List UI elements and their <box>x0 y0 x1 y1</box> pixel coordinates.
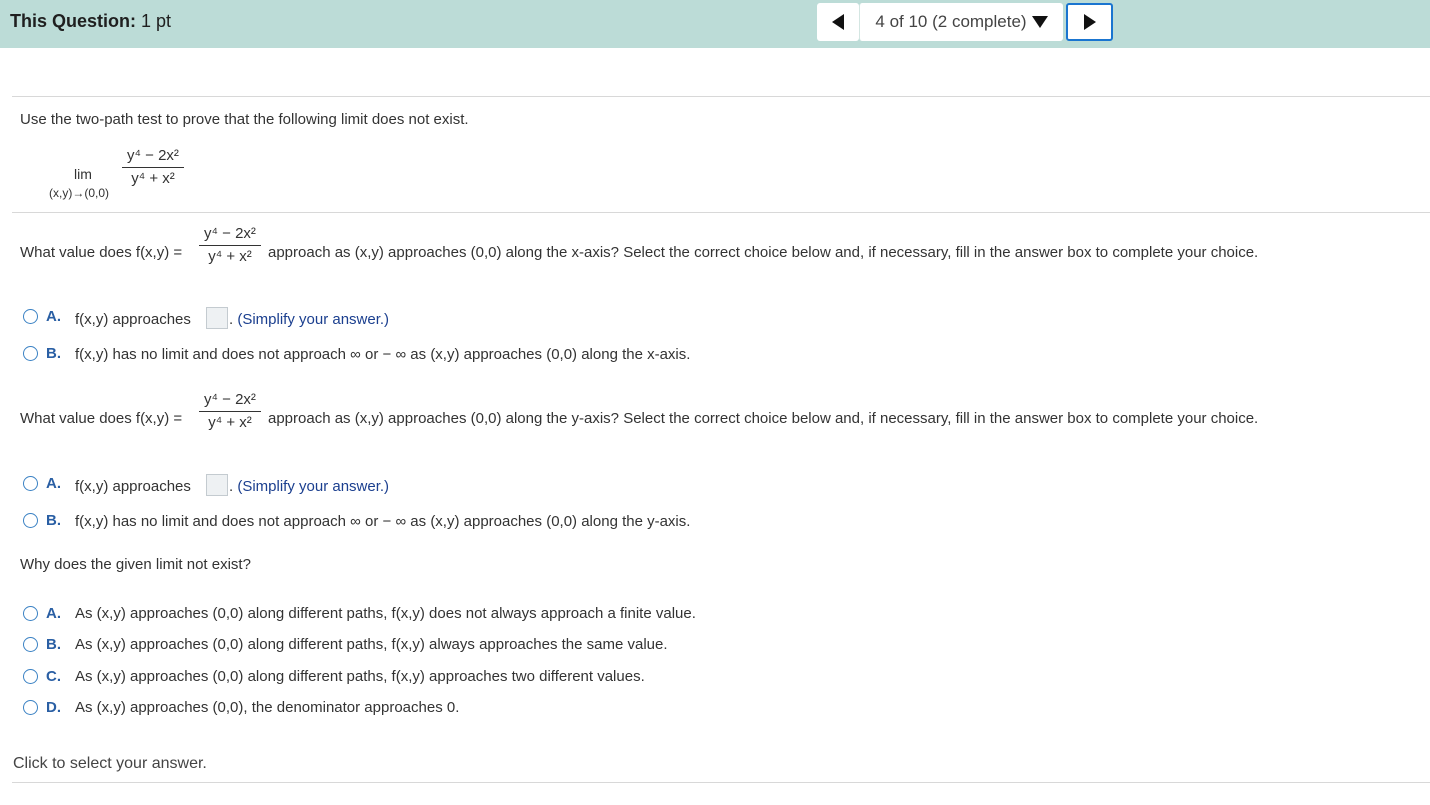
limit-denominator: y⁴ + x² <box>131 170 175 187</box>
divider <box>12 782 1430 783</box>
q2-fraction: y⁴ − 2x² y⁴ + x² <box>199 390 261 433</box>
q2-prefix: What value does f(x,y) = <box>20 410 183 427</box>
q2-suffix: approach as (x,y) approaches (0,0) along… <box>268 410 1259 427</box>
q1-option-a-text: f(x,y) approaches <box>75 311 191 328</box>
option-letter: B. <box>46 345 61 362</box>
q3-option-b-radio[interactable] <box>23 637 38 652</box>
q3-option-d-text: As (x,y) approaches (0,0), the denominat… <box>75 699 460 716</box>
q3-question: Why does the given limit not exist? <box>20 556 251 573</box>
q2-denominator: y⁴ + x² <box>208 414 252 431</box>
q3-option-a-text: As (x,y) approaches (0,0) along differen… <box>75 605 696 622</box>
limit-numerator: y⁴ − 2x² <box>127 147 179 164</box>
simplify-hint: (Simplify your answer.) <box>237 311 390 328</box>
question-header: This Question: 1 pt 4 of 10 (2 complete) <box>0 0 1430 48</box>
option-letter: A. <box>46 475 61 492</box>
question-progress-dropdown[interactable]: 4 of 10 (2 complete) <box>859 3 1063 41</box>
question-points: This Question: 1 pt <box>10 11 171 32</box>
q2-answer-input[interactable] <box>206 474 228 496</box>
q1-fraction: y⁴ − 2x² y⁴ + x² <box>199 224 261 267</box>
q3-option-c-radio[interactable] <box>23 669 38 684</box>
q1-option-b-text: f(x,y) has no limit and does not approac… <box>75 346 691 363</box>
limit-subscript: (x,y)→(0,0) <box>49 186 109 200</box>
option-letter: C. <box>46 668 61 685</box>
question-label: This Question: <box>10 11 136 31</box>
option-letter: B. <box>46 636 61 653</box>
q2-option-b-text: f(x,y) has no limit and does not approac… <box>75 513 691 530</box>
divider <box>12 212 1430 213</box>
q1-answer-input[interactable] <box>206 307 228 329</box>
option-letter: A. <box>46 605 61 622</box>
previous-question-button[interactable] <box>817 3 859 41</box>
limit-fraction: y⁴ − 2x² y⁴ + x² <box>122 146 184 189</box>
caret-right-icon <box>1083 14 1096 30</box>
q2-option-a-radio[interactable] <box>23 476 38 491</box>
points-value: 1 pt <box>136 11 172 31</box>
next-question-button[interactable] <box>1066 3 1113 41</box>
fraction-bar <box>199 411 261 412</box>
fraction-bar <box>122 167 184 168</box>
q1-suffix: approach as (x,y) approaches (0,0) along… <box>268 244 1259 261</box>
option-letter: B. <box>46 512 61 529</box>
q1-denominator: y⁴ + x² <box>208 248 252 265</box>
divider <box>12 96 1430 97</box>
footer-instruction: Click to select your answer. <box>13 755 207 772</box>
q3-option-c-text: As (x,y) approaches (0,0) along differen… <box>75 668 645 685</box>
fraction-bar <box>199 245 261 246</box>
caret-down-icon <box>1031 16 1048 28</box>
q1-hint: . (Simplify your answer.) <box>229 311 390 328</box>
q2-numerator: y⁴ − 2x² <box>204 391 256 408</box>
simplify-hint: (Simplify your answer.) <box>237 478 390 495</box>
q3-option-d-radio[interactable] <box>23 700 38 715</box>
progress-label: 4 of 10 (2 complete) <box>875 12 1027 31</box>
q2-hint: . (Simplify your answer.) <box>229 478 390 495</box>
option-letter: D. <box>46 699 61 716</box>
q3-option-b-text: As (x,y) approaches (0,0) along differen… <box>75 636 668 653</box>
q2-option-a-text: f(x,y) approaches <box>75 478 191 495</box>
q1-prefix: What value does f(x,y) = <box>20 244 183 261</box>
option-letter: A. <box>46 308 61 325</box>
q2-option-b-radio[interactable] <box>23 513 38 528</box>
instructions: Use the two-path test to prove that the … <box>20 111 469 128</box>
q1-numerator: y⁴ − 2x² <box>204 225 256 242</box>
q3-option-a-radio[interactable] <box>23 606 38 621</box>
limit-operator: lim <box>74 166 92 182</box>
q1-option-a-radio[interactable] <box>23 309 38 324</box>
caret-left-icon <box>832 14 844 30</box>
q1-option-b-radio[interactable] <box>23 346 38 361</box>
